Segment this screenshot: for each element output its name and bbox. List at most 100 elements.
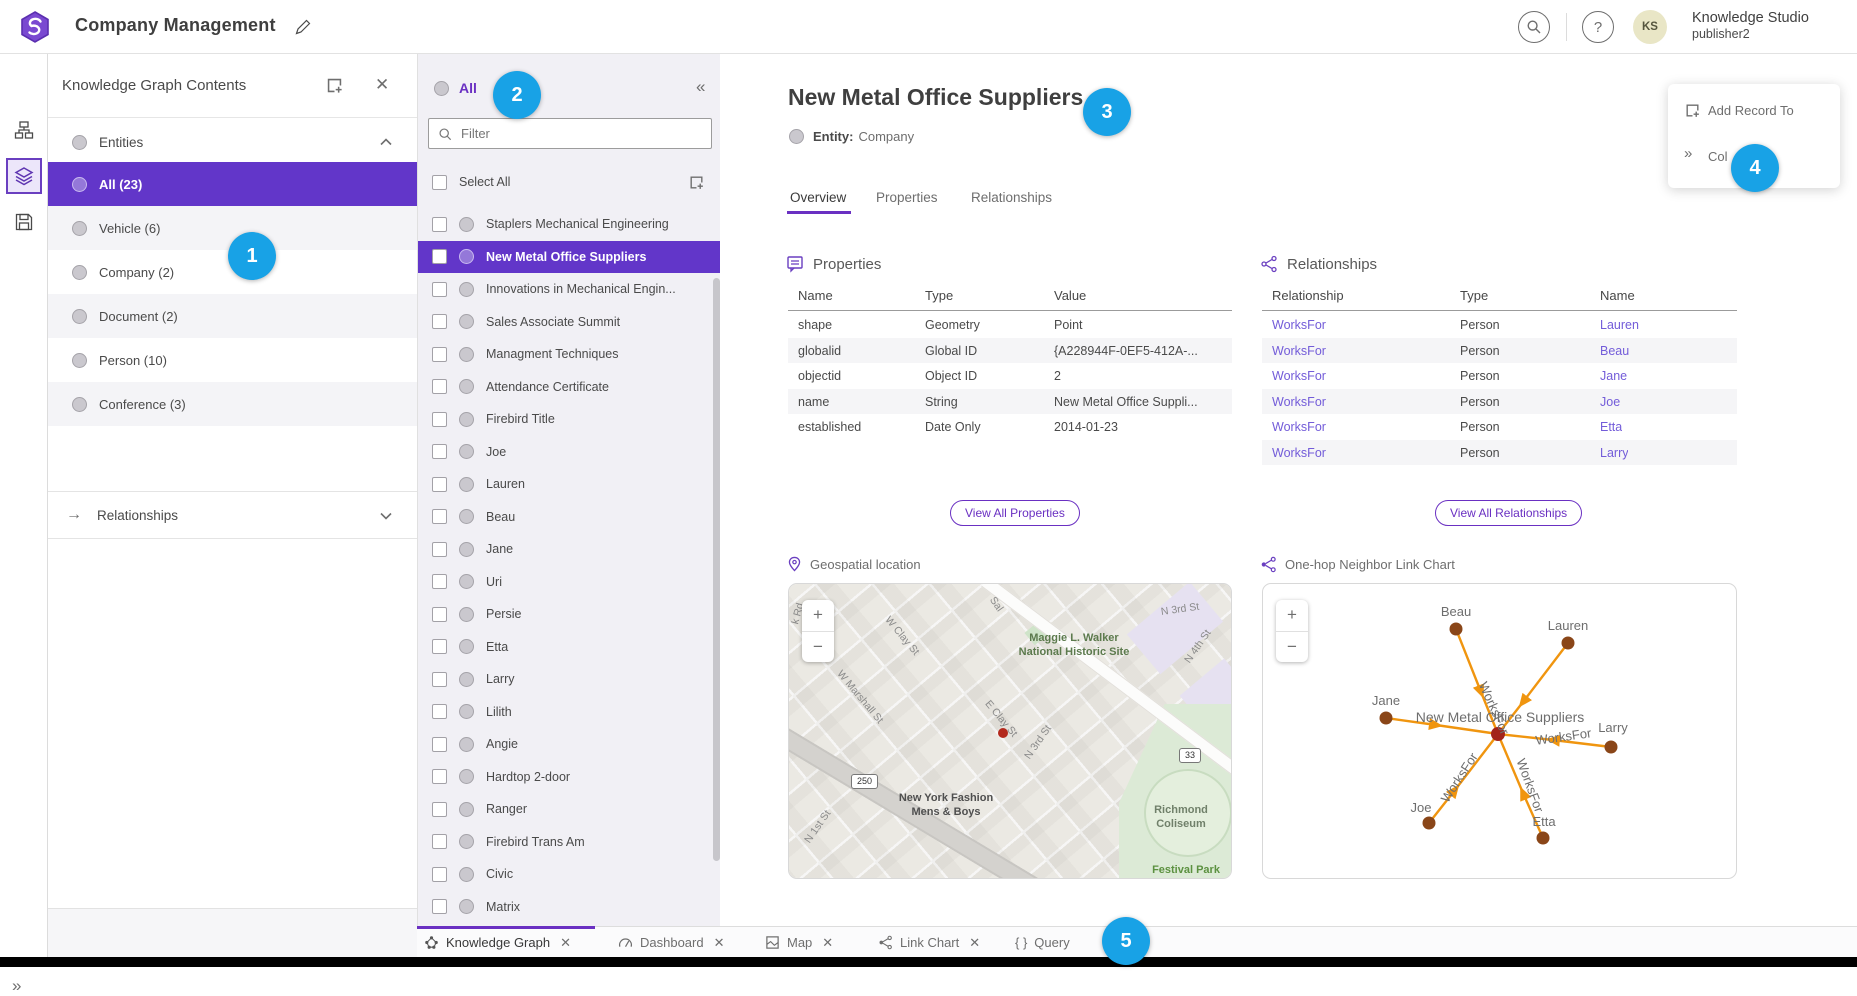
node-jane[interactable] <box>1380 712 1393 725</box>
item-checkbox[interactable] <box>432 347 447 362</box>
item-checkbox[interactable] <box>432 704 447 719</box>
close-tab-icon[interactable]: ✕ <box>714 935 725 951</box>
tab-overview[interactable]: Overview <box>790 190 846 205</box>
item-checkbox[interactable] <box>432 867 447 882</box>
link-chart-card[interactable]: Beau Lauren Jane Larry Joe Etta New Meta… <box>1262 583 1737 879</box>
list-item[interactable]: Uri <box>418 566 720 599</box>
tab-properties[interactable]: Properties <box>876 190 938 205</box>
table-row[interactable]: WorksForPersonJane <box>1262 363 1737 389</box>
menu-item-add-record-to[interactable]: Add Record To <box>1668 94 1840 128</box>
list-item[interactable]: Ranger <box>418 793 720 826</box>
expand-panel-icon[interactable]: » <box>12 976 19 996</box>
item-checkbox[interactable] <box>432 769 447 784</box>
close-panel-icon[interactable]: ✕ <box>375 75 389 95</box>
geospatial-map-card[interactable]: k Rd W Clay St Sal W Marshall St E Clay … <box>788 583 1232 879</box>
list-item[interactable]: Persie <box>418 598 720 631</box>
filter-input[interactable] <box>461 120 706 147</box>
entity-type-person[interactable]: Person (10) <box>48 338 417 382</box>
list-scrollbar[interactable] <box>713 278 720 861</box>
node-larry[interactable] <box>1605 741 1618 754</box>
close-tab-icon[interactable]: ✕ <box>822 935 833 951</box>
item-checkbox[interactable] <box>432 314 447 329</box>
item-checkbox[interactable] <box>432 282 447 297</box>
list-item[interactable]: Matrix <box>418 891 720 924</box>
node-joe[interactable] <box>1423 817 1436 830</box>
chevron-up-icon[interactable] <box>380 138 392 146</box>
table-row[interactable]: WorksForPersonBeau <box>1262 338 1737 364</box>
list-item[interactable]: Managment Techniques <box>418 338 720 371</box>
list-item[interactable]: Staplers Mechanical Engineering <box>418 208 720 241</box>
select-all-row[interactable]: Select All <box>418 166 720 198</box>
edit-title-icon[interactable] <box>293 17 313 37</box>
item-checkbox[interactable] <box>432 217 447 232</box>
chevron-down-icon[interactable] <box>380 512 392 520</box>
item-checkbox[interactable] <box>432 249 447 264</box>
relationships-section-header[interactable]: → Relationships <box>48 491 417 539</box>
close-tab-icon[interactable]: ✕ <box>969 935 980 951</box>
list-item[interactable]: Jane <box>418 533 720 566</box>
item-checkbox[interactable] <box>432 574 447 589</box>
list-item-selected[interactable]: New Metal Office Suppliers <box>418 241 720 274</box>
table-row[interactable]: establishedDate Only2014-01-23 <box>788 414 1232 440</box>
item-checkbox[interactable] <box>432 379 447 394</box>
node-beau[interactable] <box>1450 623 1463 636</box>
item-checkbox[interactable] <box>432 834 447 849</box>
select-all-checkbox[interactable] <box>432 175 447 190</box>
node-lauren[interactable] <box>1562 637 1575 650</box>
tab-relationships[interactable]: Relationships <box>971 190 1052 205</box>
list-item[interactable]: Sales Associate Summit <box>418 306 720 339</box>
view-tab-link-chart[interactable]: Link Chart ✕ <box>878 927 980 958</box>
item-checkbox[interactable] <box>432 477 447 492</box>
avatar[interactable]: KS <box>1633 10 1667 44</box>
view-all-properties-button[interactable]: View All Properties <box>950 500 1080 526</box>
list-header-all[interactable]: All <box>434 80 477 96</box>
table-row[interactable]: shapeGeometryPoint <box>788 312 1232 338</box>
help-button[interactable]: ? <box>1582 11 1614 43</box>
zoom-in-button[interactable]: + <box>802 600 834 631</box>
table-row[interactable]: WorksForPersonLarry <box>1262 440 1737 466</box>
view-tab-query[interactable]: { } Query <box>1015 927 1070 958</box>
table-row[interactable]: WorksForPersonEtta <box>1262 414 1737 440</box>
zoom-in-button[interactable]: + <box>1276 600 1308 631</box>
table-row[interactable]: WorksForPersonLauren <box>1262 312 1737 338</box>
list-item[interactable]: Firebird Title <box>418 403 720 436</box>
list-item[interactable]: Civic <box>418 858 720 891</box>
save-button[interactable] <box>6 204 42 240</box>
item-checkbox[interactable] <box>432 412 447 427</box>
table-row[interactable]: globalidGlobal ID{A228944F-0EF5-412A-... <box>788 338 1232 364</box>
data-model-button[interactable] <box>6 112 42 148</box>
item-checkbox[interactable] <box>432 899 447 914</box>
item-checkbox[interactable] <box>432 444 447 459</box>
entity-type-all[interactable]: All (23) <box>48 162 417 206</box>
table-row[interactable]: WorksForPersonJoe <box>1262 389 1737 415</box>
entities-section-header[interactable]: Entities <box>48 122 417 162</box>
entity-type-document[interactable]: Document (2) <box>48 294 417 338</box>
view-tab-map[interactable]: Map ✕ <box>765 927 833 958</box>
list-item[interactable]: Larry <box>418 663 720 696</box>
view-tab-dashboard[interactable]: Dashboard ✕ <box>618 927 725 958</box>
contents-button-selected[interactable] <box>6 158 42 194</box>
list-item[interactable]: Lilith <box>418 696 720 729</box>
view-tab-knowledge-graph[interactable]: Knowledge Graph ✕ <box>424 927 571 958</box>
list-item[interactable]: Joe <box>418 436 720 469</box>
zoom-out-button[interactable]: − <box>802 631 834 662</box>
list-item[interactable]: Firebird Trans Am <box>418 826 720 859</box>
zoom-out-button[interactable]: − <box>1276 631 1308 662</box>
list-item[interactable]: Etta <box>418 631 720 664</box>
account-info[interactable]: Knowledge Studio publisher2 <box>1692 9 1809 43</box>
collapse-list-icon[interactable]: « <box>696 77 705 97</box>
add-entity-type-icon[interactable] <box>325 76 344 95</box>
item-checkbox[interactable] <box>432 672 447 687</box>
entity-type-conference[interactable]: Conference (3) <box>48 382 417 426</box>
item-checkbox[interactable] <box>432 737 447 752</box>
list-item[interactable]: Attendance Certificate <box>418 371 720 404</box>
list-item[interactable]: Beau <box>418 501 720 534</box>
view-all-relationships-button[interactable]: View All Relationships <box>1435 500 1582 526</box>
item-checkbox[interactable] <box>432 542 447 557</box>
table-row[interactable]: nameStringNew Metal Office Suppli... <box>788 389 1232 415</box>
table-row[interactable]: objectidObject ID2 <box>788 363 1232 389</box>
item-checkbox[interactable] <box>432 639 447 654</box>
item-checkbox[interactable] <box>432 802 447 817</box>
add-record-icon[interactable] <box>688 174 705 191</box>
list-item[interactable]: Hardtop 2-door <box>418 761 720 794</box>
